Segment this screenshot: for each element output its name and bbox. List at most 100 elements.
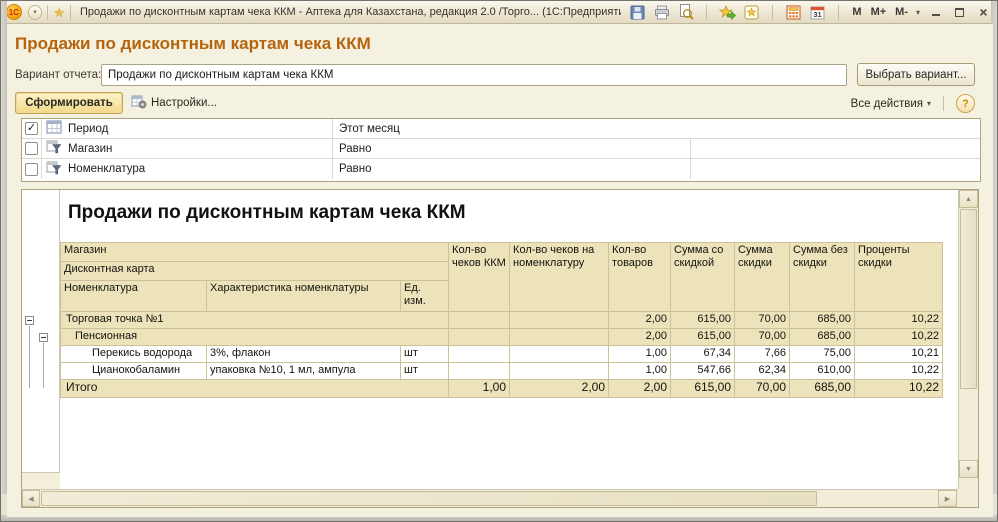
cell: 615,00 (671, 312, 735, 329)
all-actions-button[interactable]: Все действия ▾ (851, 98, 931, 110)
cell (510, 363, 609, 380)
add-to-favorites-icon[interactable] (719, 4, 736, 21)
filter-grid: ✓ Период Этот месяц Магазин Равно (21, 118, 981, 182)
calculator-icon[interactable] (785, 4, 802, 21)
filter-name-cell[interactable]: Магазин (42, 139, 333, 158)
cell: 1,00 (609, 363, 671, 380)
col-header-discount-percent: Проценты скидки (855, 243, 943, 312)
help-button[interactable]: ? (956, 94, 975, 113)
filter-extra-cell[interactable] (690, 159, 980, 179)
cell (449, 329, 510, 346)
arrow-up-icon: ▲ (965, 196, 972, 203)
cell: 75,00 (790, 346, 855, 363)
cell: 70,00 (735, 380, 790, 398)
collapse-subgroup-icon[interactable] (39, 333, 48, 342)
group-name: Пенсионная (61, 329, 449, 346)
minimize-button[interactable] (927, 5, 944, 20)
cell (449, 346, 510, 363)
scroll-right-button[interactable]: ▶ (938, 490, 957, 507)
memory-m-button[interactable]: M (851, 6, 862, 18)
characteristic-cell: 3%, флакон (207, 346, 401, 363)
filter-funnel-icon (46, 140, 62, 157)
favorites-star-icon[interactable]: ★ (53, 5, 65, 20)
col-header-unit: Ед. изм. (401, 281, 449, 312)
horizontal-scrollbar[interactable]: ◀ ▶ (22, 489, 958, 507)
group-row-store: Торговая точка №1 2,00 615,00 70,00 685,… (61, 312, 943, 329)
generate-report-button[interactable]: Сформировать (15, 92, 123, 114)
1c-logo-icon[interactable]: 1С (6, 4, 22, 20)
cell (510, 312, 609, 329)
cell: 685,00 (790, 329, 855, 346)
cell: 10,21 (855, 346, 943, 363)
cell: 1,00 (609, 346, 671, 363)
cell (449, 363, 510, 380)
close-button[interactable]: × (975, 5, 992, 20)
variant-label: Вариант отчета: (15, 69, 101, 81)
choose-variant-button[interactable]: Выбрать вариант... (857, 63, 975, 86)
total-row: Итого 1,00 2,00 2,00 615,00 70,00 685,00… (61, 380, 943, 398)
cell: 10,22 (855, 329, 943, 346)
col-header-discount-card: Дисконтная карта (61, 262, 449, 281)
filter-value-cell[interactable]: Равно (333, 159, 690, 179)
filter-row-store[interactable]: Магазин Равно (22, 139, 980, 159)
cell (510, 329, 609, 346)
group-row-card: Пенсионная 2,00 615,00 70,00 685,00 10,2… (61, 329, 943, 346)
variant-input[interactable] (101, 64, 847, 86)
vertical-scroll-thumb[interactable] (960, 209, 977, 389)
cell: 7,66 (735, 346, 790, 363)
maximize-button[interactable] (951, 5, 968, 20)
scroll-down-button[interactable]: ▼ (959, 460, 978, 478)
memory-m-minus-button[interactable]: M- (894, 6, 909, 18)
favorites-list-icon[interactable] (743, 4, 760, 21)
window-title: Продажи по дисконтным картам чека ККМ - … (80, 6, 621, 18)
filter-checkbox-cell: ✓ (22, 119, 42, 138)
calendar-icon[interactable]: 31 (809, 4, 826, 21)
print-icon[interactable] (653, 4, 670, 21)
filter-name-cell[interactable]: Период (42, 119, 333, 138)
store-checkbox[interactable] (25, 142, 38, 155)
toolbar-overflow-icon[interactable]: ▾ (916, 8, 920, 17)
cell: 685,00 (790, 312, 855, 329)
tree-line (29, 326, 30, 388)
col-header-nom-checks: Кол-во чеков на номенклатуру (510, 243, 609, 312)
period-checkbox[interactable]: ✓ (25, 122, 38, 135)
cell: 615,00 (671, 329, 735, 346)
col-header-sum-no-discount: Сумма без скидки (790, 243, 855, 312)
margin-corner (22, 472, 60, 489)
settings-button-label: Настройки... (151, 97, 217, 109)
cell: 70,00 (735, 329, 790, 346)
system-menu-button[interactable]: ▾ (28, 5, 43, 20)
filter-name-cell[interactable]: Номенклатура (42, 159, 333, 179)
report-table: Магазин Кол-во чеков ККМ Кол-во чеков на… (60, 242, 943, 398)
cell: 615,00 (671, 380, 735, 398)
horizontal-scroll-thumb[interactable] (41, 491, 817, 506)
vertical-scrollbar[interactable]: ▲ ▼ (958, 190, 978, 489)
cell: 547,66 (671, 363, 735, 380)
cell: 67,34 (671, 346, 735, 363)
filter-value-cell[interactable]: Этот месяц (333, 119, 980, 138)
filter-value-cell[interactable]: Равно (333, 139, 690, 158)
save-icon[interactable] (629, 4, 646, 21)
group-name: Торговая точка №1 (61, 312, 449, 329)
cell: 62,34 (735, 363, 790, 380)
app-window: 1С ▾ ★ Продажи по дисконтным картам чека… (0, 0, 998, 522)
settings-button[interactable]: Настройки... (131, 93, 217, 113)
settings-table-gear-icon (131, 95, 147, 112)
filter-extra-cell[interactable] (690, 139, 980, 158)
memory-m-plus-button[interactable]: M+ (870, 6, 888, 18)
col-header-nomenclature: Номенклатура (61, 281, 207, 312)
scroll-up-button[interactable]: ▲ (959, 190, 978, 208)
unit-cell: шт (401, 346, 449, 363)
cell: 10,22 (855, 312, 943, 329)
filter-row-period[interactable]: ✓ Период Этот месяц (22, 119, 980, 139)
filter-name: Период (68, 123, 108, 135)
filter-name: Номенклатура (68, 163, 145, 175)
collapse-group-icon[interactable] (25, 316, 34, 325)
filter-row-nomenclature[interactable]: Номенклатура Равно (22, 159, 980, 179)
scroll-left-button[interactable]: ◀ (22, 490, 40, 507)
nomenclature-checkbox[interactable] (25, 163, 38, 176)
print-preview-icon[interactable] (677, 4, 694, 21)
total-label: Итого (61, 380, 449, 398)
filter-name: Магазин (68, 143, 112, 155)
divider (70, 5, 71, 20)
